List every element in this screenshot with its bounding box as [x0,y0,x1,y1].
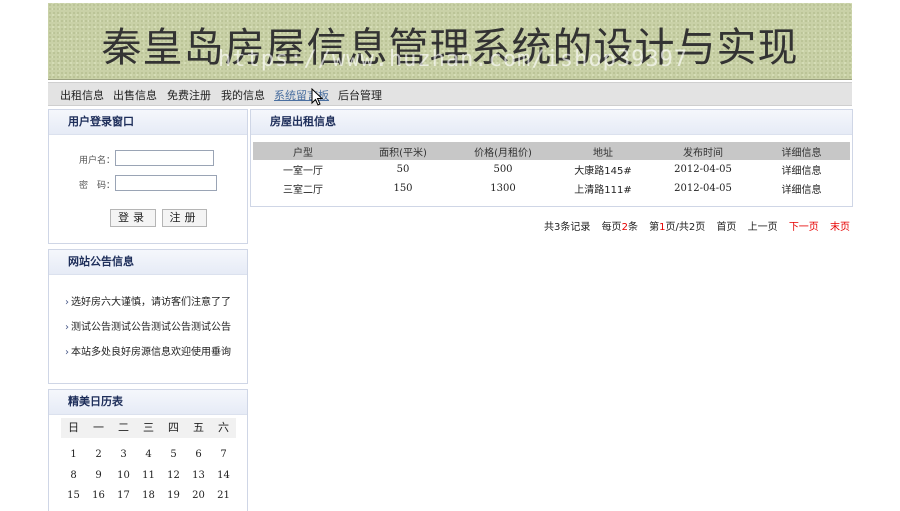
table-cell: 一室一厅 [283,166,323,177]
calendar-day[interactable]: 14 [211,466,236,486]
rental-listing-title: 房屋出租信息 [251,110,852,135]
table-cell: 三室二厅 [283,185,323,196]
table-row: 一室一厅 50 500 大康路145# 2012-04-05 详细信息 [253,160,850,179]
calendar-day[interactable]: 19 [161,486,186,506]
rental-table: 户型 面积(平米) 价格(月租价) 地址 发布时间 详细信息 一室一厅 50 5… [253,142,850,198]
notice-item[interactable]: › 测试公告测试公告测试公告测试公告 [65,318,231,333]
table-cell: 1300 [490,183,516,194]
table-cell: 2012-04-05 [674,183,732,194]
last-page-link[interactable]: 末页 [830,222,850,233]
first-page-link[interactable]: 首页 [716,222,736,233]
calendar-week-row: 1 2 3 4 5 6 7 [61,445,236,465]
calendar-day[interactable]: 15 [61,486,86,506]
per-page-info: 每页2条 [601,222,638,233]
calendar-day[interactable]: 4 [136,445,161,465]
notice-item[interactable]: › 本站多处良好房源信息欢迎使用垂询 [65,343,231,358]
notice-item[interactable]: › 选好房六大谨慎，请访客们注意了了 [65,293,231,308]
weekday-label: 一 [93,421,104,434]
nav-item-sale[interactable]: 出售信息 [113,87,157,103]
calendar-day[interactable]: 2 [86,445,111,465]
table-cell: 500 [493,164,513,175]
calendar-day[interactable]: 5 [161,445,186,465]
nav-item-admin[interactable]: 后台管理 [338,87,382,103]
username-label: 用户名： [79,156,116,166]
table-cell: 50 [396,164,410,175]
detail-link[interactable]: 详细信息 [753,181,850,196]
register-button[interactable]: 注册 [162,209,207,227]
column-header: 发布时间 [683,147,723,159]
column-header: 价格(月租价) [474,147,532,159]
weekday-label: 三 [143,421,154,434]
weekday-label: 二 [118,421,129,434]
weekday-label: 五 [193,421,204,434]
table-cell: 上清路111# [574,185,632,196]
calendar-day[interactable]: 7 [211,445,236,465]
username-input[interactable] [115,150,214,166]
calendar-day[interactable]: 18 [136,486,161,506]
password-label: 密 码： [79,181,116,191]
weekday-label: 六 [218,421,229,434]
watermark-text: https://www.huzhan.com/ishop39397 [218,47,689,72]
calendar-day[interactable]: 13 [186,466,211,486]
main-nav: 出租信息 出售信息 免费注册 我的信息 系统留言板 后台管理 [48,82,852,106]
calendar-day[interactable]: 9 [86,466,111,486]
column-header: 详细信息 [781,147,822,159]
table-row: 三室二厅 150 1300 上清路111# 2012-04-05 详细信息 [253,179,850,198]
nav-item-rent[interactable]: 出租信息 [60,87,104,103]
page-info: 第1页/共2页 [649,222,706,233]
column-header: 面积(平米) [379,147,427,159]
arrow-right-icon: › [65,322,69,333]
table-header-row: 户型 面积(平米) 价格(月租价) 地址 发布时间 详细信息 [253,142,850,160]
weekday-label: 日 [68,421,79,434]
column-header: 地址 [593,147,613,159]
table-cell: 大康路145# [574,166,632,177]
site-banner: 秦皇岛房屋信息管理系统的设计与实现 https://www.huzhan.com… [48,3,852,80]
pagination: 共3条记录 每页2条 第1页/共2页 首页 上一页 下一页 末页 [544,218,858,233]
calendar-day[interactable]: 16 [86,486,111,506]
column-header: 户型 [293,147,313,159]
total-records: 共3条记录 [544,222,591,233]
login-button[interactable]: 登录 [110,209,156,227]
rental-listing-panel: 房屋出租信息 户型 面积(平米) 价格(月租价) 地址 发布时间 详细信息 一室… [250,109,853,207]
detail-link[interactable]: 详细信息 [753,162,850,177]
calendar-day[interactable]: 3 [111,445,136,465]
calendar-panel-title: 精美日历表 [49,390,247,415]
calendar-day[interactable]: 8 [61,466,86,486]
calendar-day[interactable]: 10 [111,466,136,486]
calendar-week-row: 15 16 17 18 19 20 21 [61,486,236,506]
calendar-day[interactable]: 20 [186,486,211,506]
arrow-right-icon: › [65,347,69,358]
calendar-week-row: 8 9 10 11 12 13 14 [61,466,236,486]
password-input[interactable] [115,175,217,191]
notice-panel-title: 网站公告信息 [49,250,247,275]
login-panel-title: 用户登录窗口 [49,110,247,135]
calendar-day[interactable]: 6 [186,445,211,465]
nav-item-register[interactable]: 免费注册 [167,87,211,103]
login-panel: 用户登录窗口 用户名： 密 码： 登录 注册 [48,109,248,244]
nav-item-my-info[interactable]: 我的信息 [221,87,265,103]
calendar-day[interactable]: 17 [111,486,136,506]
table-cell: 2012-04-05 [674,164,732,175]
mouse-cursor-icon [311,88,324,106]
notice-panel: 网站公告信息 › 选好房六大谨慎，请访客们注意了了 › 测试公告测试公告测试公告测试… [48,249,248,384]
calendar-weekday-row: 日 一 二 三 四 五 六 [61,418,236,438]
calendar-day[interactable]: 1 [61,445,86,465]
table-cell: 150 [393,183,413,194]
calendar-day[interactable]: 21 [211,486,236,506]
prev-page-link[interactable]: 上一页 [748,222,778,233]
calendar-day[interactable]: 11 [136,466,161,486]
calendar-panel: 精美日历表 日 一 二 三 四 五 六 1 2 3 4 5 6 7 8 9 10… [48,389,248,511]
arrow-right-icon: › [65,297,69,308]
calendar-day[interactable]: 12 [161,466,186,486]
weekday-label: 四 [168,421,179,434]
next-page-link[interactable]: 下一页 [789,222,819,233]
